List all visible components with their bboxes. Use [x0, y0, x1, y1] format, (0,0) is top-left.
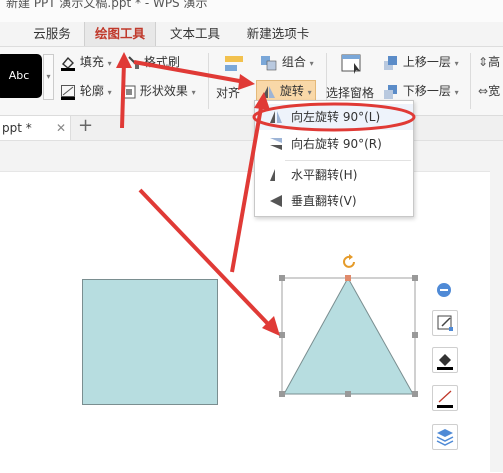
annotation-arrow [230, 101, 264, 273]
highlight-ellipse [252, 102, 416, 132]
annotation-overlay [116, 52, 416, 336]
annotation-arrowhead [116, 52, 132, 68]
annotation-arrow [138, 188, 272, 328]
annotation-arrow [133, 60, 246, 84]
annotation-arrowhead [254, 92, 270, 110]
annotation-arrow [120, 61, 126, 129]
annotation-arrowhead [238, 74, 255, 90]
